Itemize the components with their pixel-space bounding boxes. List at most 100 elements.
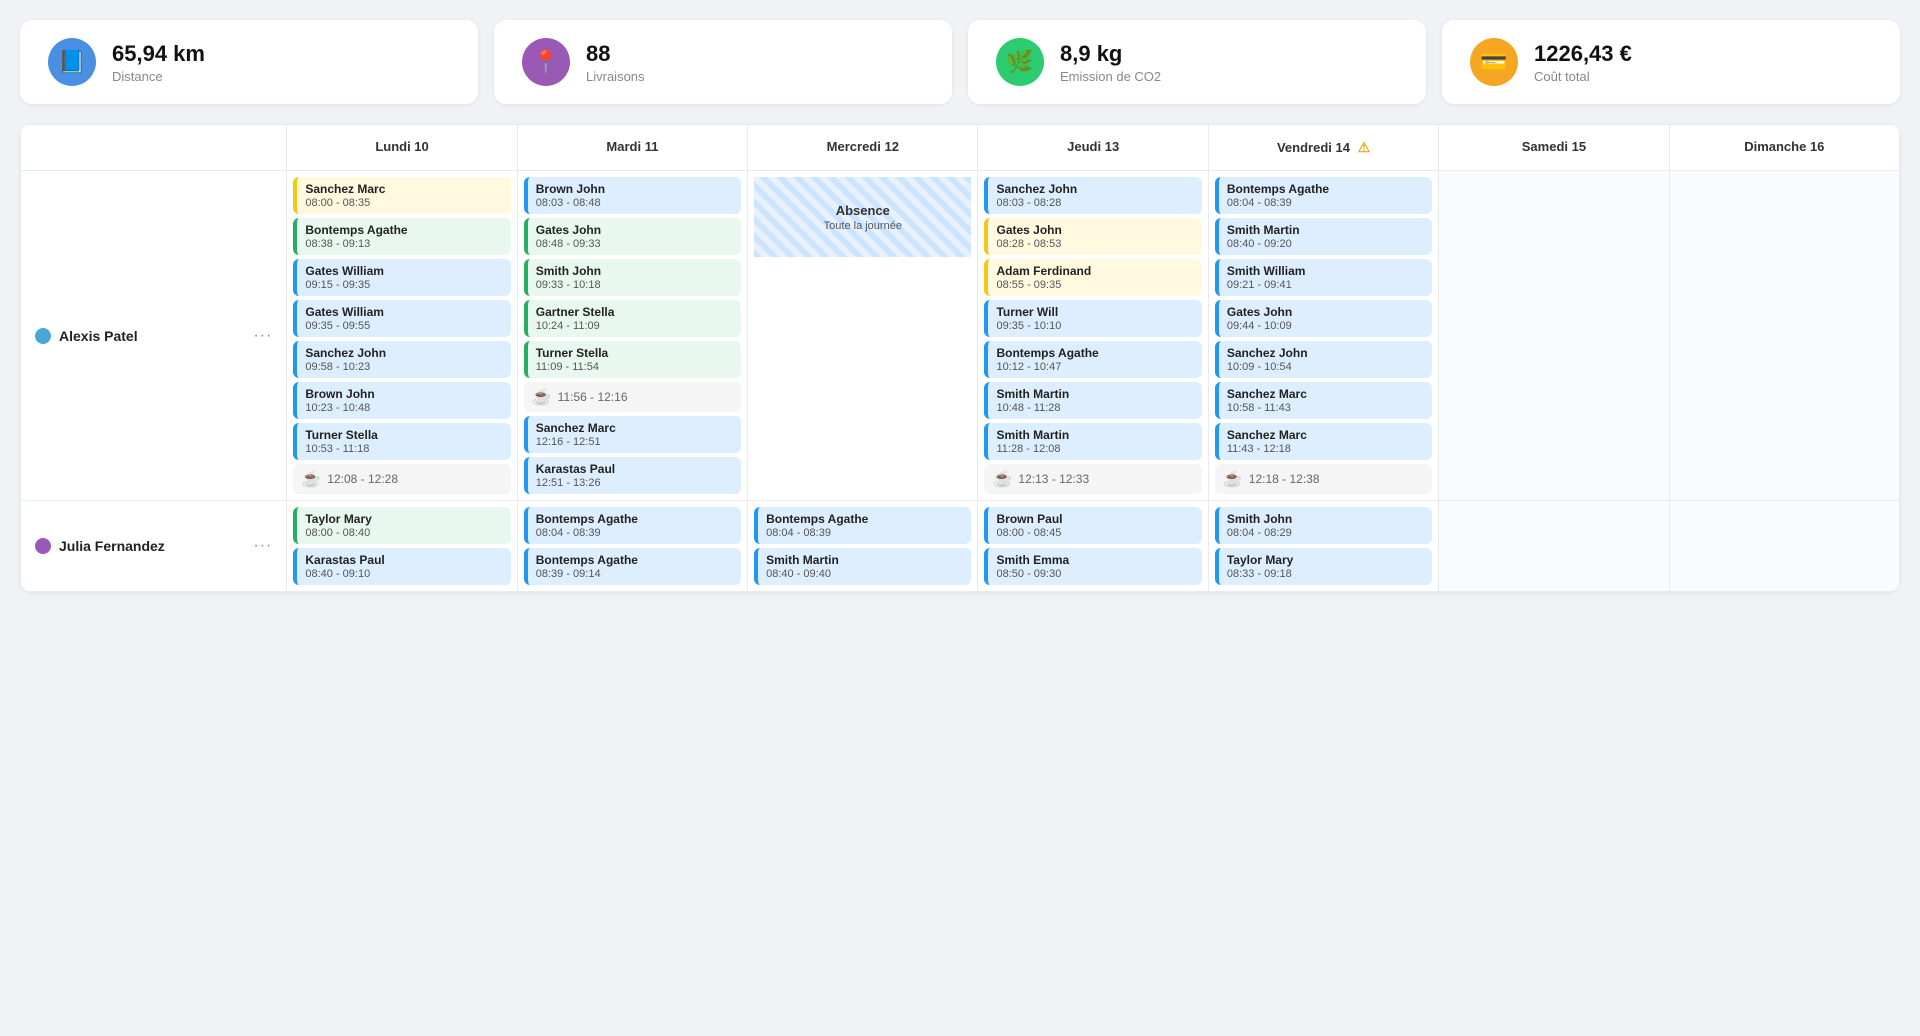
event-card-p0-d4-e1[interactable]: Smith Martin 08:40 - 09:20 [1215,218,1432,255]
event-time: 10:09 - 10:54 [1227,361,1424,373]
day-cell-p0-d0: Sanchez Marc 08:00 - 08:35 Bontemps Agat… [287,171,517,501]
person-menu-0[interactable]: ··· [253,327,272,345]
coffee-icon: ☕ [532,387,552,407]
event-card-p0-d3-e3[interactable]: Turner Will 09:35 - 10:10 [984,300,1201,337]
event-name: Karastas Paul [305,553,502,567]
event-name: Brown John [305,387,502,401]
event-card-p0-d1-e1[interactable]: Gates John 08:48 - 09:33 [524,218,741,255]
break-card-p0-d0-e7[interactable]: ☕12:08 - 12:28 [293,464,510,494]
event-card-p0-d1-e6[interactable]: Sanchez Marc 12:16 - 12:51 [524,416,741,453]
event-card-p0-d0-e4[interactable]: Sanchez John 09:58 - 10:23 [293,341,510,378]
event-card-p0-d0-e3[interactable]: Gates William 09:35 - 09:55 [293,300,510,337]
event-time: 09:15 - 09:35 [305,279,502,291]
event-card-p0-d1-e0[interactable]: Brown John 08:03 - 08:48 [524,177,741,214]
event-card-p0-d1-e3[interactable]: Gartner Stella 10:24 - 11:09 [524,300,741,337]
stat-label-co2: Emission de CO2 [1060,69,1161,84]
day-cell-p1-d0: Taylor Mary 08:00 - 08:40 Karastas Paul … [287,501,517,592]
event-name: Bontemps Agathe [1227,182,1424,196]
event-card-p1-d0-e1[interactable]: Karastas Paul 08:40 - 09:10 [293,548,510,585]
event-name: Brown John [536,182,733,196]
event-name: Smith Martin [766,553,963,567]
event-card-p1-d3-e1[interactable]: Smith Emma 08:50 - 09:30 [984,548,1201,585]
event-card-p0-d0-e6[interactable]: Turner Stella 10:53 - 11:18 [293,423,510,460]
event-card-p0-d4-e3[interactable]: Gates John 09:44 - 10:09 [1215,300,1432,337]
event-time: 12:51 - 13:26 [536,477,733,489]
event-name: Taylor Mary [1227,553,1424,567]
event-card-p1-d4-e0[interactable]: Smith John 08:04 - 08:29 [1215,507,1432,544]
event-card-p1-d1-e0[interactable]: Bontemps Agathe 08:04 - 08:39 [524,507,741,544]
event-name: Bontemps Agathe [305,223,502,237]
event-card-p0-d4-e6[interactable]: Sanchez Marc 11:43 - 12:18 [1215,423,1432,460]
header-day-dimanche16: Dimanche 16 [1669,125,1899,171]
break-card-p0-d4-e7[interactable]: ☕12:18 - 12:38 [1215,464,1432,494]
event-time: 11:28 - 12:08 [996,443,1193,455]
stat-icon-cout: 💳 [1470,38,1518,86]
event-card-p0-d0-e1[interactable]: Bontemps Agathe 08:38 - 09:13 [293,218,510,255]
day-cell-p0-d2: Absence Toute la journée [748,171,978,501]
event-card-p1-d4-e1[interactable]: Taylor Mary 08:33 - 09:18 [1215,548,1432,585]
event-card-p0-d1-e2[interactable]: Smith John 09:33 - 10:18 [524,259,741,296]
schedule-body: Alexis Patel ··· Sanchez Marc 08:00 - 08… [21,171,1900,592]
event-time: 08:28 - 08:53 [996,238,1193,250]
event-card-p0-d3-e2[interactable]: Adam Ferdinand 08:55 - 09:35 [984,259,1201,296]
event-card-p0-d1-e7[interactable]: Karastas Paul 12:51 - 13:26 [524,457,741,494]
event-card-p0-d3-e5[interactable]: Smith Martin 10:48 - 11:28 [984,382,1201,419]
event-card-p0-d3-e0[interactable]: Sanchez John 08:03 - 08:28 [984,177,1201,214]
event-name: Turner Stella [305,428,502,442]
event-card-p0-d3-e4[interactable]: Bontemps Agathe 10:12 - 10:47 [984,341,1201,378]
event-name: Gates John [1227,305,1424,319]
event-time: 09:44 - 10:09 [1227,320,1424,332]
event-time: 12:16 - 12:51 [536,436,733,448]
event-card-p0-d4-e2[interactable]: Smith William 09:21 - 09:41 [1215,259,1432,296]
events-list-p1-d1: Bontemps Agathe 08:04 - 08:39 Bontemps A… [524,507,741,585]
person-menu-1[interactable]: ··· [253,537,272,555]
event-card-p0-d4-e5[interactable]: Sanchez Marc 10:58 - 11:43 [1215,382,1432,419]
event-name: Bontemps Agathe [536,553,733,567]
event-time: 08:40 - 09:10 [305,568,502,580]
break-time: 12:08 - 12:28 [327,472,398,486]
event-name: Gates John [536,223,733,237]
header-day-samedi15: Samedi 15 [1439,125,1669,171]
event-card-p0-d4-e0[interactable]: Bontemps Agathe 08:04 - 08:39 [1215,177,1432,214]
stat-icon-co2: 🌿 [996,38,1044,86]
day-cell-p0-d5 [1439,171,1669,501]
stat-info-distance: 65,94 km Distance [112,41,205,84]
event-card-p0-d1-e4[interactable]: Turner Stella 11:09 - 11:54 [524,341,741,378]
event-name: Sanchez Marc [1227,387,1424,401]
event-card-p0-d3-e1[interactable]: Gates John 08:28 - 08:53 [984,218,1201,255]
day-cell-p0-d4: Bontemps Agathe 08:04 - 08:39 Smith Mart… [1208,171,1438,501]
day-cell-p1-d3: Brown Paul 08:00 - 08:45 Smith Emma 08:5… [978,501,1208,592]
event-time: 09:58 - 10:23 [305,361,502,373]
break-card-p0-d3-e7[interactable]: ☕12:13 - 12:33 [984,464,1201,494]
event-name: Sanchez Marc [1227,428,1424,442]
event-name: Bontemps Agathe [766,512,963,526]
day-cell-p1-d2: Bontemps Agathe 08:04 - 08:39 Smith Mart… [748,501,978,592]
warning-icon: ⚠ [1358,139,1371,155]
event-name: Sanchez John [1227,346,1424,360]
events-list-p1-d2: Bontemps Agathe 08:04 - 08:39 Smith Mart… [754,507,971,585]
event-time: 10:58 - 11:43 [1227,402,1424,414]
stat-card-livraisons: 📍 88 Livraisons [494,20,952,104]
event-name: Smith Martin [1227,223,1424,237]
break-card-p0-d1-e5[interactable]: ☕11:56 - 12:16 [524,382,741,412]
event-name: Sanchez Marc [536,421,733,435]
event-time: 10:48 - 11:28 [996,402,1193,414]
event-name: Smith Emma [996,553,1193,567]
events-list-p0-d0: Sanchez Marc 08:00 - 08:35 Bontemps Agat… [293,177,510,494]
event-name: Smith John [536,264,733,278]
event-name: Turner Stella [536,346,733,360]
event-card-p0-d0-e2[interactable]: Gates William 09:15 - 09:35 [293,259,510,296]
stat-label-distance: Distance [112,69,205,84]
event-card-p1-d2-e0[interactable]: Bontemps Agathe 08:04 - 08:39 [754,507,971,544]
event-time: 08:55 - 09:35 [996,279,1193,291]
event-time: 10:24 - 11:09 [536,320,733,332]
event-card-p0-d0-e5[interactable]: Brown John 10:23 - 10:48 [293,382,510,419]
event-card-p1-d1-e1[interactable]: Bontemps Agathe 08:39 - 09:14 [524,548,741,585]
event-time: 08:33 - 09:18 [1227,568,1424,580]
event-card-p1-d3-e0[interactable]: Brown Paul 08:00 - 08:45 [984,507,1201,544]
event-card-p1-d0-e0[interactable]: Taylor Mary 08:00 - 08:40 [293,507,510,544]
event-card-p0-d0-e0[interactable]: Sanchez Marc 08:00 - 08:35 [293,177,510,214]
event-card-p1-d2-e1[interactable]: Smith Martin 08:40 - 09:40 [754,548,971,585]
event-card-p0-d4-e4[interactable]: Sanchez John 10:09 - 10:54 [1215,341,1432,378]
event-card-p0-d3-e6[interactable]: Smith Martin 11:28 - 12:08 [984,423,1201,460]
